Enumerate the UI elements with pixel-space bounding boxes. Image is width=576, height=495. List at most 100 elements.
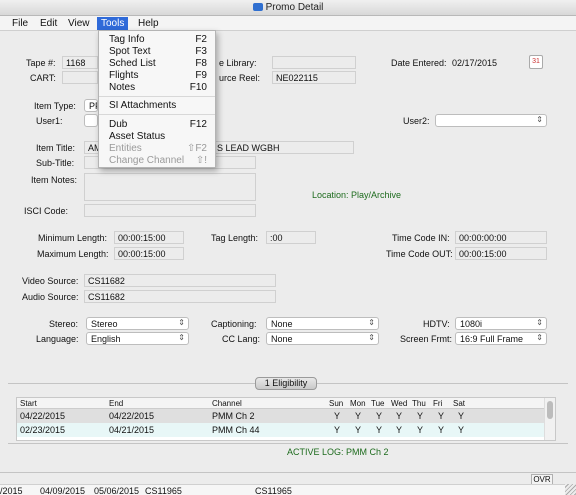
user2-label: User2: [403, 116, 430, 126]
hdtv-label: HDTV: [423, 319, 450, 329]
tc-out-field[interactable]: 00:00:15:00 [455, 247, 547, 260]
menu-item-asset-status[interactable]: Asset Status [109, 131, 165, 142]
chevron-updown-icon: ⇕ [536, 115, 543, 124]
menu-item-notes[interactable]: Notes [109, 82, 135, 93]
item-title-label: Item Title: [36, 143, 76, 153]
hdtv-select[interactable]: 1080i ⇕ [455, 317, 547, 330]
status-value: 05/06/2015 [94, 486, 140, 495]
cell-channel: PMM Ch 44 [212, 425, 260, 435]
menu-item-change-channel: Change Channel [109, 155, 185, 166]
audio-source-field[interactable]: CS11682 [84, 290, 276, 303]
date-entered-value: 02/17/2015 [452, 58, 498, 68]
col-header-mon[interactable]: Mon [350, 399, 366, 408]
tag-length-field[interactable]: :00 [266, 231, 316, 244]
menu-item-flights[interactable]: Flights [109, 70, 138, 81]
col-header-end[interactable]: End [109, 399, 123, 408]
subtitle-label: Sub-Title: [36, 158, 75, 168]
menu-file[interactable]: File [8, 17, 32, 30]
item-notes-field[interactable] [84, 173, 256, 201]
user2-select[interactable]: ⇕ [435, 114, 547, 127]
video-source-field[interactable]: CS11682 [84, 274, 276, 287]
menu-item-spot-text[interactable]: Spot Text [109, 46, 151, 57]
language-value: English [91, 334, 121, 344]
source-reel-field[interactable]: NE022115 [272, 71, 356, 84]
language-select[interactable]: English ⇕ [86, 332, 189, 345]
isci-field[interactable] [84, 204, 256, 217]
col-header-thu[interactable]: Thu [412, 399, 426, 408]
menu-separator [99, 96, 215, 97]
cell-tue: Y [376, 425, 383, 435]
table-row[interactable]: 02/23/2015 04/21/2015 PMM Ch 44 Y Y Y Y … [17, 423, 545, 437]
cell-end: 04/21/2015 [109, 425, 155, 435]
chevron-updown-icon: ⇕ [368, 318, 375, 327]
scrollbar-thumb[interactable] [547, 401, 553, 419]
cart-label: CART: [30, 73, 56, 83]
resize-grip-icon[interactable] [565, 484, 576, 495]
user1-select[interactable] [84, 114, 98, 127]
tag-length-label: Tag Length: [211, 233, 259, 243]
item-type-select[interactable]: PF [84, 99, 98, 112]
table-row[interactable]: 04/22/2015 04/22/2015 PMM Ch 2 Y Y Y Y Y… [17, 409, 545, 423]
col-header-fri[interactable]: Fri [433, 399, 442, 408]
captioning-select[interactable]: None ⇕ [266, 317, 379, 330]
cclang-select[interactable]: None ⇕ [266, 332, 379, 345]
col-header-sun[interactable]: Sun [329, 399, 343, 408]
video-source-label: Video Source: [22, 276, 79, 286]
menu-item-dub[interactable]: Dub [109, 119, 127, 130]
item-type-label: Item Type: [34, 101, 76, 111]
menubar: File Edit View Tools Help [0, 16, 576, 31]
menu-view[interactable]: View [64, 17, 94, 30]
cclang-value: None [271, 334, 293, 344]
window-titlebar: Promo Detail [0, 0, 576, 16]
shortcut-sched-list: F8 [195, 58, 207, 69]
col-header-tue[interactable]: Tue [371, 399, 385, 408]
source-reel-label: urce Reel: [219, 73, 261, 83]
status-value: /2015 [0, 486, 23, 495]
col-header-sat[interactable]: Sat [453, 399, 465, 408]
cell-wed: Y [396, 425, 403, 435]
menu-item-sched-list[interactable]: Sched List [109, 58, 156, 69]
window-title: Promo Detail [0, 2, 576, 13]
tab-eligibility[interactable]: 1 Eligibility [255, 377, 317, 390]
calendar-icon[interactable]: 31 [529, 55, 543, 69]
library-field[interactable] [272, 56, 356, 69]
chevron-updown-icon: ⇕ [536, 333, 543, 342]
isci-label: ISCI Code: [24, 206, 69, 216]
stereo-select[interactable]: Stereo ⇕ [86, 317, 189, 330]
captioning-label: Captioning: [211, 319, 257, 329]
app-icon [252, 3, 263, 11]
min-length-label: Minimum Length: [38, 233, 108, 243]
min-length-field[interactable]: 00:00:15:00 [114, 231, 184, 244]
col-header-channel[interactable]: Channel [212, 399, 242, 408]
captioning-value: None [271, 319, 293, 329]
cell-channel: PMM Ch 2 [212, 411, 255, 421]
cell-start: 04/22/2015 [20, 411, 66, 421]
table-header: Start End Channel Sun Mon Tue Wed Thu Fr… [17, 398, 545, 409]
menu-help[interactable]: Help [134, 17, 163, 30]
screen-frmt-label: Screen Frmt: [400, 334, 453, 344]
max-length-field[interactable]: 00:00:15:00 [114, 247, 184, 260]
col-header-start[interactable]: Start [20, 399, 37, 408]
menu-item-si-attachments[interactable]: SI Attachments [109, 100, 176, 111]
cell-mon: Y [355, 411, 362, 421]
tape-field[interactable]: 1168 [62, 56, 98, 69]
library-label: e Library: [219, 58, 257, 68]
eligibility-table: Start End Channel Sun Mon Tue Wed Thu Fr… [16, 397, 556, 441]
tc-in-field[interactable]: 00:00:00:00 [455, 231, 547, 244]
tc-in-label: Time Code IN: [392, 233, 450, 243]
date-entered-label: Date Entered: [391, 58, 447, 68]
screen-frmt-select[interactable]: 16:9 Full Frame ⇕ [455, 332, 547, 345]
menu-item-tag-info[interactable]: Tag Info [109, 34, 145, 45]
table-scrollbar[interactable] [544, 398, 555, 440]
user1-label: User1: [36, 116, 63, 126]
statusbar-divider [0, 472, 576, 473]
col-header-wed[interactable]: Wed [391, 399, 407, 408]
shortcut-flights: F9 [195, 70, 207, 81]
stereo-value: Stereo [91, 319, 118, 329]
chevron-updown-icon: ⇕ [368, 333, 375, 342]
tc-out-label: Time Code OUT: [386, 249, 453, 259]
menu-tools[interactable]: Tools [97, 17, 129, 30]
status-value: CS11965 [145, 486, 182, 495]
cart-field[interactable] [62, 71, 98, 84]
menu-edit[interactable]: Edit [36, 17, 61, 30]
